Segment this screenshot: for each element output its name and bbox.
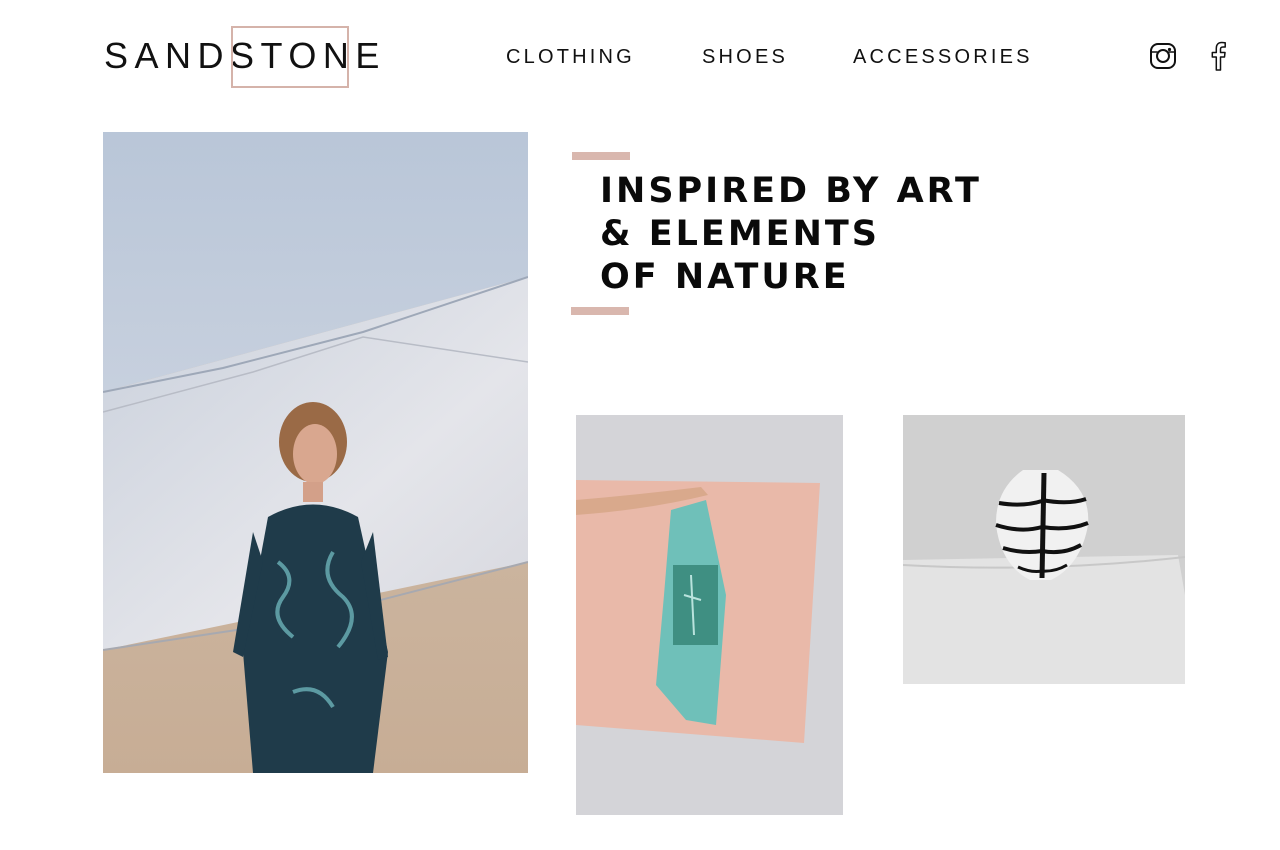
logo-frame bbox=[231, 26, 349, 88]
nav-shoes[interactable]: SHOES bbox=[702, 47, 788, 67]
facebook-icon[interactable] bbox=[1203, 40, 1233, 72]
hero-headline: INSPIRED BY ART & ELEMENTS OF NATURE bbox=[600, 170, 1000, 299]
instagram-icon[interactable] bbox=[1148, 40, 1178, 72]
vase-photo[interactable] bbox=[903, 415, 1185, 684]
nav-accessories[interactable]: ACCESSORIES bbox=[853, 47, 1033, 67]
scarf-photo[interactable] bbox=[576, 415, 843, 815]
nav-clothing[interactable]: CLOTHING bbox=[506, 47, 635, 67]
headline-line-2: & ELEMENTS bbox=[600, 214, 880, 254]
accent-bar-top bbox=[572, 152, 630, 160]
headline-line-1: INSPIRED BY ART bbox=[600, 171, 982, 211]
model-in-dress-photo[interactable] bbox=[103, 132, 528, 773]
headline-line-3: OF NATURE bbox=[600, 257, 850, 297]
accent-bar-bottom bbox=[571, 307, 629, 315]
